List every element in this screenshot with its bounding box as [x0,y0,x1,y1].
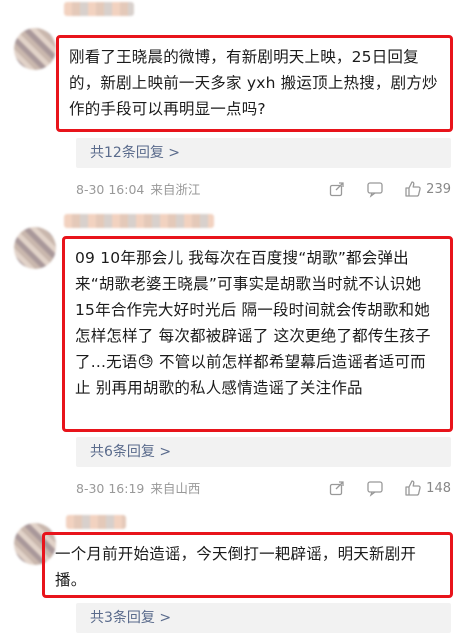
thumbs-up-icon [405,480,421,496]
share-icon[interactable] [328,479,346,497]
username-redacted[interactable] [66,515,126,529]
like-count: 239 [426,181,451,197]
like-button[interactable]: 239 [404,180,451,198]
thumbs-up-icon [405,181,421,197]
avatar[interactable] [14,28,56,70]
share-icon[interactable] [328,180,346,198]
comment-3: 一个月前开始造谣，今天倒打一耙辟谣，明天新剧开播。 共3条回复 > [0,505,463,640]
username-redacted[interactable] [64,214,214,228]
comment-location: 来自浙江 [150,182,201,197]
comment-icon[interactable] [366,180,384,198]
comment-meta: 8-30 16:04 来自浙江 [76,181,200,199]
comment-meta: 8-30 16:19 来自山西 [76,480,200,498]
comment-location: 来自山西 [150,481,201,496]
comment-text: 09 10年那会儿 我每次在百度搜“胡歌”都会弹出来“胡歌老婆王晓晨”可事实是胡… [62,236,453,432]
comment-text: 刚看了王晓晨的微博，有新剧明天上映，25日回复的，新剧上映前一天多家 yxh 搬… [56,35,453,132]
comment-actions: 148 [328,479,451,497]
comment-date: 8-30 16:19 [76,481,145,496]
like-button[interactable]: 148 [404,479,451,497]
view-replies-link[interactable]: 共6条回复 > [76,437,451,467]
comment-actions: 239 [328,180,451,198]
username-redacted[interactable] [64,2,134,16]
comment-2: 09 10年那会儿 我每次在百度搜“胡歌”都会弹出来“胡歌老婆王晓晨”可事实是胡… [0,205,463,505]
like-count: 148 [426,480,451,496]
comment-date: 8-30 16:04 [76,182,145,197]
view-replies-link[interactable]: 共3条回复 > [76,603,451,633]
avatar[interactable] [14,227,56,269]
comment-icon[interactable] [366,479,384,497]
comment-1: 刚看了王晓晨的微博，有新剧明天上映，25日回复的，新剧上映前一天多家 yxh 搬… [0,0,463,205]
comment-text: 一个月前开始造谣，今天倒打一耙辟谣，明天新剧开播。 [42,532,453,598]
view-replies-link[interactable]: 共12条回复 > [76,138,451,168]
